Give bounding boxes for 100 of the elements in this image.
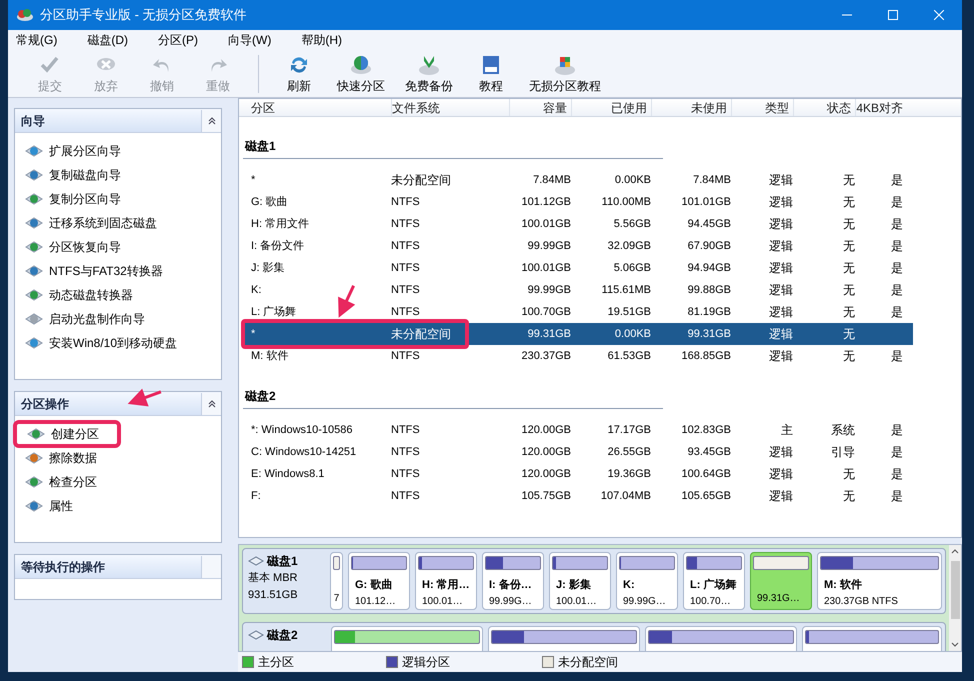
- task-item[interactable]: 复制磁盘向导: [15, 165, 221, 185]
- table-cell-text: 99.31GB: [526, 326, 571, 342]
- task-item[interactable]: 分区恢复向导: [15, 237, 221, 257]
- partition-tile[interactable]: M: 软件 230.37GB NTFS: [817, 552, 942, 610]
- table-cell-text: E: Windows8.1: [250, 466, 326, 482]
- table-cell-text: L: 广场舞: [250, 304, 298, 320]
- scrollbar[interactable]: [949, 545, 961, 652]
- partition-tile[interactable]: J: 影集 100.01…: [549, 552, 611, 610]
- task-item[interactable]: 安装Win8/10到移动硬盘: [15, 333, 221, 353]
- table-cell-text: 26.55GB: [606, 444, 651, 460]
- column-header[interactable]: 未使用: [651, 99, 731, 116]
- column-header[interactable]: 已使用: [571, 99, 651, 116]
- table-row[interactable]: H: 常用文件 NTFS 100.01GB 5.56GB 94.45GB 逻辑 无 是: [243, 213, 913, 235]
- partition-size: 7: [333, 592, 340, 606]
- menu-item[interactable]: 向导(W): [228, 31, 272, 49]
- table-cell-text: 94.45GB: [686, 216, 731, 232]
- partition-size: 101.12…: [354, 594, 397, 609]
- task-item[interactable]: 属性: [15, 496, 221, 516]
- table-row[interactable]: E: Windows8.1 NTFS 120.00GB 19.36GB 100.64GB 逻辑 无 是: [243, 463, 913, 485]
- panel-title: 分区操作: [20, 396, 69, 412]
- column-header[interactable]: 状态: [793, 99, 855, 116]
- partition-tile[interactable]: K: 99.99G…: [616, 552, 678, 610]
- table-cell-text: 7.84MB: [532, 172, 571, 188]
- table-cell-text: 230.37GB: [520, 348, 571, 364]
- toolbar-button[interactable]: 教程: [463, 52, 519, 94]
- partition-tile[interactable]: I: 备份… 99.99G…: [482, 552, 544, 610]
- disk-heading: 磁盘1: [244, 139, 276, 153]
- table-row[interactable]: F: NTFS 105.75GB 107.04MB 105.65GB 逻辑 无 是: [243, 485, 913, 507]
- table-row[interactable]: M: 软件 NTFS 230.37GB 61.53GB 168.85GB 逻辑 无 是: [243, 345, 913, 367]
- table-cell-text: 100.64GB: [680, 466, 731, 482]
- menu-item[interactable]: 磁盘(D): [87, 31, 128, 49]
- table-cell-text: NTFS: [391, 282, 421, 298]
- table-cell-text: 逻辑: [768, 444, 793, 461]
- table-cell-text: 0.00KB: [614, 326, 651, 342]
- scroll-thumb[interactable]: [950, 561, 960, 620]
- table-cell-text: 99.31GB: [686, 326, 731, 342]
- task-item[interactable]: NTFS与FAT32转换器: [15, 261, 221, 281]
- table-cell-text: NTFS: [391, 194, 421, 210]
- partition-tile[interactable]: L: 广场舞 100.70…: [683, 552, 745, 610]
- table-row[interactable]: K: NTFS 99.99GB 115.61MB 99.88GB 逻辑 无 是: [243, 279, 913, 301]
- partition-size: 100.01…: [421, 594, 464, 609]
- table-cell-text: 是: [890, 348, 904, 365]
- table-cell-text: 逻辑: [768, 304, 793, 321]
- task-item[interactable]: 创建分区: [17, 424, 117, 444]
- chevron-up-icon: [208, 116, 216, 124]
- collapse-button[interactable]: [201, 110, 221, 132]
- disk-type: 基本 MBR: [248, 571, 298, 586]
- toolbar-button[interactable]: 无损分区教程: [519, 52, 611, 94]
- task-item[interactable]: 动态磁盘转换器: [15, 285, 221, 305]
- partition-tile[interactable]: H: 常用… 100.01…: [415, 552, 477, 610]
- table-cell-text: 是: [890, 172, 904, 189]
- disk-card[interactable]: 磁盘2: [242, 622, 946, 652]
- table-row[interactable]: G: 歌曲 NTFS 101.12GB 110.00MB 101.01GB 逻辑 无 是: [243, 191, 913, 213]
- table-row[interactable]: * 未分配空间 7.84MB 0.00KB 7.84MB 逻辑 无 是: [243, 169, 913, 191]
- column-header[interactable]: 容量: [509, 99, 571, 116]
- toolbar-button[interactable]: 刷新: [271, 52, 327, 94]
- table-cell-text: 逻辑: [768, 172, 793, 189]
- task-item[interactable]: 迁移系统到固态磁盘: [15, 213, 221, 233]
- column-header[interactable]: 分区: [243, 99, 391, 116]
- column-header[interactable]: 文件系统: [391, 99, 509, 116]
- partition-tile[interactable]: 7: [330, 552, 343, 610]
- disk-size: 931.51GB: [248, 588, 299, 603]
- task-item[interactable]: 复制分区向导: [15, 189, 221, 209]
- table-cell-text: 无: [842, 216, 855, 233]
- table-cell-text: 19.36GB: [606, 466, 651, 482]
- table-cell-text: 61.53GB: [606, 348, 651, 364]
- task-item[interactable]: 擦除数据: [15, 448, 221, 468]
- table-cell-text: NTFS: [391, 466, 421, 482]
- table-cell-text: NTFS: [391, 488, 421, 504]
- table-cell-text: 逻辑: [768, 282, 793, 299]
- disk-card[interactable]: 磁盘1 基本 MBR 931.51GB 7 G: 歌曲 101.12… H: 常用… 100.01… I: 备份… 99.99G… J: 影集 100.01… K: 99.99G… L: 广场舞 100.70… 99.31G… M: 软件 230.37GB NTFS: [242, 548, 946, 614]
- table-cell-text: 120.00GB: [520, 422, 571, 438]
- table-cell-text: 主: [780, 422, 793, 439]
- partition-tile[interactable]: G: 歌曲 101.12…: [348, 552, 410, 610]
- menu-item[interactable]: 帮助(H): [301, 31, 342, 49]
- task-item[interactable]: 检查分区: [15, 472, 221, 492]
- table-cell-text: 无: [842, 238, 855, 255]
- menu-item[interactable]: 常规(G): [16, 31, 58, 49]
- table-cell-text: 105.75GB: [520, 488, 571, 504]
- partition-size: 100.01…: [555, 594, 598, 609]
- table-row[interactable]: C: Windows10-14251 NTFS 120.00GB 26.55GB 93.45GB 逻辑 引导 是: [243, 441, 913, 463]
- table-row[interactable]: *: Windows10-10586 NTFS 120.00GB 17.17GB 102.83GB 主 系统 是: [243, 419, 913, 441]
- task-item[interactable]: 启动光盘制作向导: [15, 309, 221, 329]
- table-cell-text: M: 软件: [250, 348, 290, 364]
- partition-size: 100.70…: [689, 594, 732, 609]
- collapse-button[interactable]: [201, 392, 221, 414]
- scroll-up-icon: [951, 547, 959, 556]
- table-row[interactable]: I: 备份文件 NTFS 99.99GB 32.09GB 67.90GB 逻辑 无 是: [243, 235, 913, 257]
- table-row[interactable]: J: 影集 NTFS 100.01GB 5.06GB 94.94GB 逻辑 无 是: [243, 257, 913, 279]
- partition-name: G: 歌曲: [354, 578, 394, 594]
- toolbar-button[interactable]: 快速分区: [327, 52, 395, 94]
- table-cell-text: 是: [890, 216, 904, 233]
- window-title: 分区助手专业版 - 无损分区免费软件: [40, 6, 247, 24]
- column-header[interactable]: 类型: [731, 99, 793, 116]
- table-row[interactable]: L: 广场舞 NTFS 100.70GB 19.51GB 81.19GB 逻辑 无 是: [243, 301, 913, 323]
- task-item[interactable]: 扩展分区向导: [15, 141, 221, 161]
- column-header[interactable]: 4KB对齐: [855, 99, 913, 116]
- partition-tile[interactable]: 99.31G…: [750, 552, 812, 610]
- menu-item[interactable]: 分区(P): [158, 31, 198, 49]
- toolbar-button[interactable]: 免费备份: [395, 52, 463, 94]
